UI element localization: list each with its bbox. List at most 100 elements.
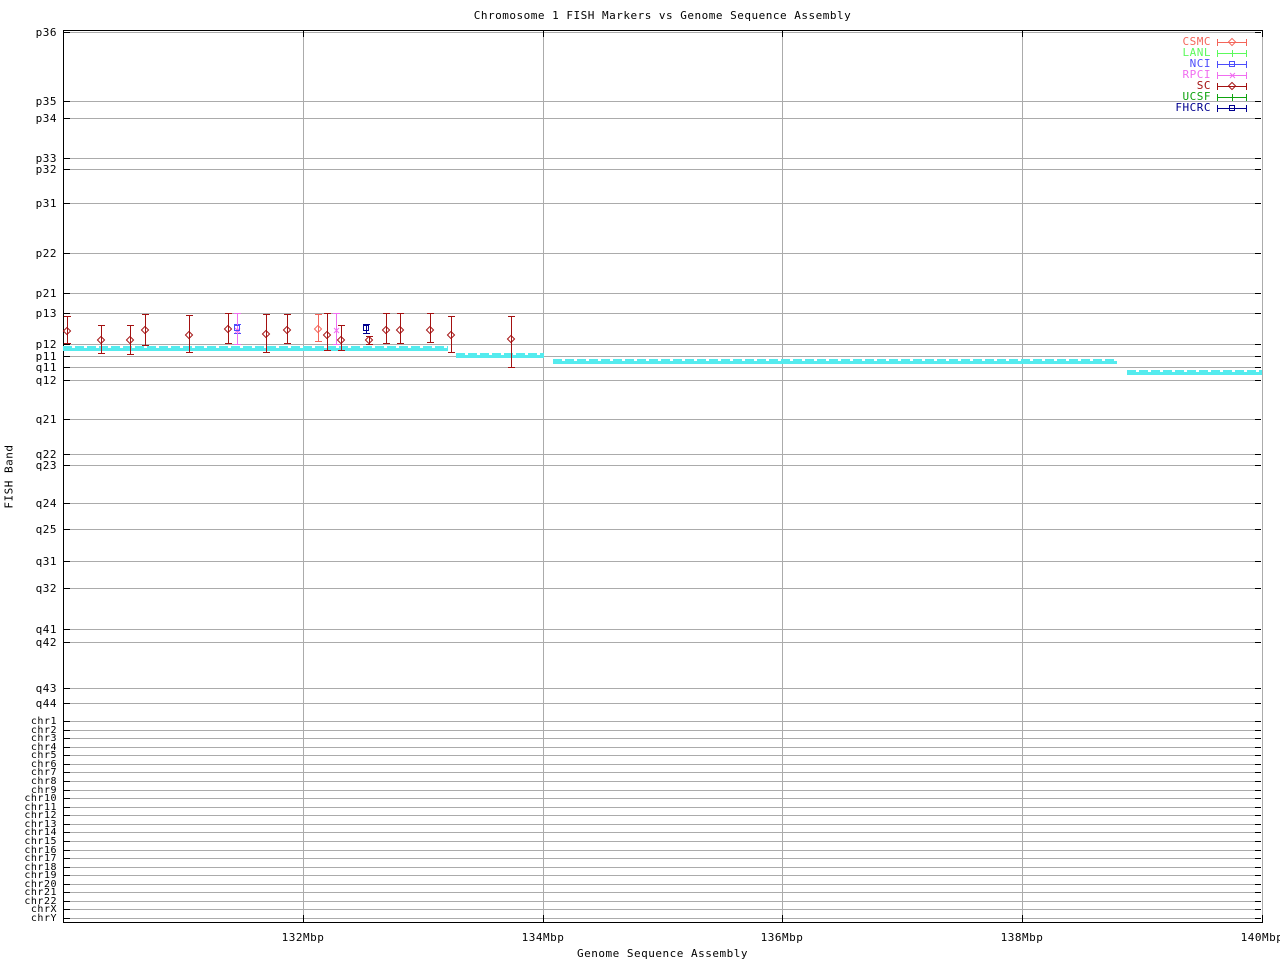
error-bar-cap-bottom [263,352,270,353]
error-bar-cap-top [64,316,71,317]
y-tick-left [64,755,70,756]
y-tick-right [1255,824,1261,825]
y-tick-left [64,158,70,159]
y-tick-right [1255,419,1261,420]
assembly-band-dashes [456,353,544,355]
y-tick-left [64,730,70,731]
y-tick-left [64,790,70,791]
legend-sample-cap [1246,50,1247,57]
y-tick-left [64,380,70,381]
y-tick-left [64,703,70,704]
y-gridline [64,772,1261,773]
error-bar-cap-top [324,313,331,314]
marker-stroke [1232,94,1233,101]
y-tick-right [1255,588,1261,589]
y-tick-label: p36 [35,26,57,39]
y-tick-left [64,850,70,851]
y-tick-right [1255,790,1261,791]
y-tick-left [64,32,70,33]
y-gridline [64,909,1261,910]
y-tick-left [64,465,70,466]
y-tick-left [64,313,70,314]
x-tick-bottom [782,915,783,922]
y-gridline [64,875,1261,876]
y-gridline [64,356,1261,357]
y-tick-left [64,253,70,254]
error-bar-cap-top [225,313,232,314]
error-bar-cap-bottom [225,343,232,344]
y-tick-right [1255,253,1261,254]
y-tick-label: q41 [35,623,57,636]
y-gridline [64,764,1261,765]
y-gridline [64,832,1261,833]
y-tick-right [1255,755,1261,756]
y-tick-left [64,764,70,765]
error-bar-cap-top [383,313,390,314]
error-bar-cap-bottom [338,350,345,351]
y-tick-left [64,356,70,357]
y-tick-left [64,858,70,859]
error-bar-cap-top [427,313,434,314]
y-gridline [64,858,1261,859]
y-tick-left [64,798,70,799]
fish-marker-chart: Chromosome 1 FISH Markers vs Genome Sequ… [0,0,1280,960]
y-tick-right [1255,867,1261,868]
x-gridline [543,31,544,921]
y-tick-right [1255,721,1261,722]
error-bar-cap-bottom [383,343,390,344]
y-tick-right [1255,313,1261,314]
y-tick-label: p13 [35,307,57,320]
y-gridline [64,815,1261,816]
error-bar-cap-bottom [366,344,373,345]
error-bar-cap-top [315,314,322,315]
y-tick-left [64,824,70,825]
y-tick-right [1255,203,1261,204]
y-gridline [64,380,1261,381]
legend-sample-cap [1246,94,1247,101]
error-bar-cap-bottom [98,353,105,354]
y-gridline [64,841,1261,842]
y-tick-right [1255,465,1261,466]
y-tick-right [1255,884,1261,885]
legend-sample-cap [1217,105,1218,112]
error-bar-cap-top [448,316,455,317]
legend-sample-cap [1217,83,1218,90]
y-tick-right [1255,841,1261,842]
y-gridline [64,313,1261,314]
y-tick-right [1255,454,1261,455]
error-bar-cap-top [127,325,134,326]
y-tick-label: q43 [35,682,57,695]
y-tick-left [64,588,70,589]
error-bar-cap-bottom [363,333,370,334]
y-gridline [64,755,1261,756]
x-tick-bottom [1262,915,1263,922]
error-bar-cap-bottom [142,345,149,346]
error-bar-cap-bottom [397,343,404,344]
y-tick-label: q23 [35,459,57,472]
y-tick-right [1255,158,1261,159]
y-tick-left [64,118,70,119]
y-tick-right [1255,293,1261,294]
y-tick-right [1255,918,1261,919]
x-tick-bottom [1022,915,1023,922]
error-bar-cap-bottom [427,342,434,343]
y-tick-left [64,892,70,893]
error-bar-cap-bottom [333,344,340,345]
y-tick-right [1255,367,1261,368]
y-axis-label: FISH Band [2,444,16,509]
y-tick-left [64,909,70,910]
y-gridline [64,918,1261,919]
error-bar-cap-bottom [64,343,71,344]
y-gridline [64,781,1261,782]
y-tick-label: p32 [35,163,57,176]
x-tick-label: 132Mbp [281,931,325,944]
y-tick-left [64,807,70,808]
error-bar-cap-bottom [127,354,134,355]
y-tick-label: q11 [35,361,57,374]
y-tick-label: q42 [35,636,57,649]
y-tick-left [64,841,70,842]
y-gridline [64,642,1261,643]
y-gridline [64,790,1261,791]
y-tick-left [64,561,70,562]
y-tick-right [1255,629,1261,630]
